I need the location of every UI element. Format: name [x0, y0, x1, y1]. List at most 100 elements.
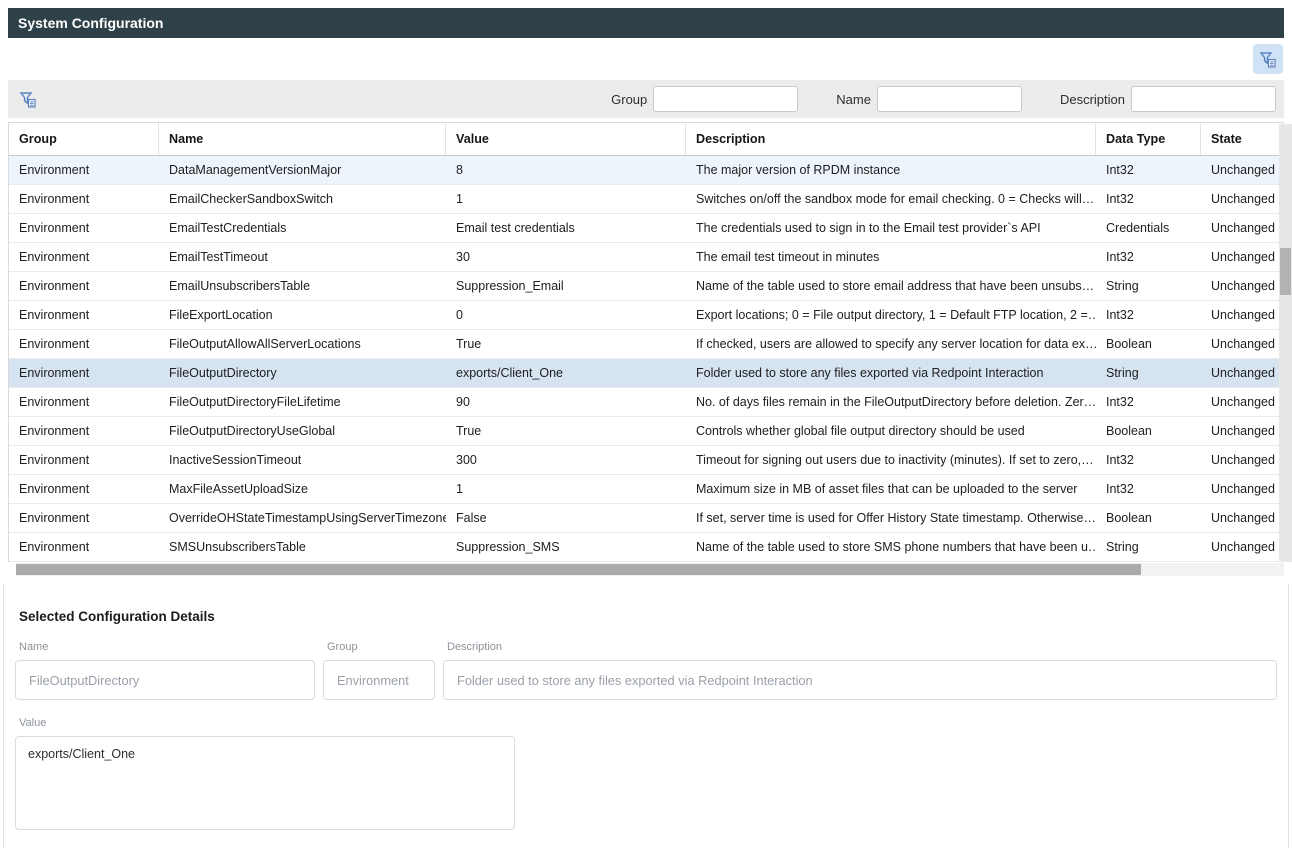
cell-name: DataManagementVersionMajor: [159, 156, 446, 184]
table-row[interactable]: EnvironmentInactiveSessionTimeout300Time…: [9, 446, 1283, 475]
cell-value: Suppression_Email: [446, 272, 686, 300]
horizontal-scrollbar-thumb[interactable]: [16, 564, 1141, 575]
cell-state: Unchanged: [1201, 533, 1283, 561]
column-header-state[interactable]: State: [1201, 123, 1283, 155]
selected-configuration-details-panel: Selected Configuration Details Name Grou…: [3, 584, 1289, 848]
details-heading: Selected Configuration Details: [15, 609, 1277, 624]
cell-description: Switches on/off the sandbox mode for ema…: [686, 185, 1096, 213]
cell-state: Unchanged: [1201, 243, 1283, 271]
filter-list-icon[interactable]: [18, 89, 38, 109]
cell-value: 0: [446, 301, 686, 329]
cell-value: 1: [446, 185, 686, 213]
title-bar: System Configuration: [8, 8, 1284, 38]
cell-name: OverrideOHStateTimestampUsingServerTimez…: [159, 504, 446, 532]
name-filter-input[interactable]: [877, 86, 1022, 112]
cell-data-type: Boolean: [1096, 504, 1201, 532]
group-filter-label: Group: [611, 92, 647, 107]
cell-value: 30: [446, 243, 686, 271]
cell-group: Environment: [9, 330, 159, 358]
table-row[interactable]: EnvironmentEmailCheckerSandboxSwitch1Swi…: [9, 185, 1283, 214]
cell-name: FileOutputDirectoryUseGlobal: [159, 417, 446, 445]
column-header-group[interactable]: Group: [9, 123, 159, 155]
column-header-name[interactable]: Name: [159, 123, 446, 155]
cell-data-type: Int32: [1096, 475, 1201, 503]
cell-group: Environment: [9, 243, 159, 271]
cell-name: MaxFileAssetUploadSize: [159, 475, 446, 503]
cell-description: Export locations; 0 = File output direct…: [686, 301, 1096, 329]
cell-data-type: String: [1096, 272, 1201, 300]
vertical-scrollbar-thumb[interactable]: [1280, 248, 1291, 295]
name-field: [15, 660, 315, 700]
table-row[interactable]: EnvironmentFileExportLocation0Export loc…: [9, 301, 1283, 330]
table-header: Group Name Value Description Data Type S…: [9, 123, 1283, 156]
table-row[interactable]: EnvironmentEmailUnsubscribersTableSuppre…: [9, 272, 1283, 301]
table-row[interactable]: EnvironmentFileOutputDirectoryFileLifeti…: [9, 388, 1283, 417]
table-row[interactable]: EnvironmentSMSUnsubscribersTableSuppress…: [9, 533, 1283, 562]
cell-state: Unchanged: [1201, 359, 1283, 387]
cell-data-type: Int32: [1096, 243, 1201, 271]
cell-data-type: Int32: [1096, 185, 1201, 213]
cell-value: Suppression_SMS: [446, 533, 686, 561]
system-configuration-window: System Configuration Group: [8, 8, 1292, 576]
table-row[interactable]: EnvironmentFileOutputDirectoryUseGlobalT…: [9, 417, 1283, 446]
cell-group: Environment: [9, 475, 159, 503]
table-row[interactable]: EnvironmentFileOutputDirectoryexports/Cl…: [9, 359, 1283, 388]
cell-state: Unchanged: [1201, 446, 1283, 474]
cell-name: FileOutputDirectoryFileLifetime: [159, 388, 446, 416]
description-filter-input[interactable]: [1131, 86, 1276, 112]
cell-data-type: Boolean: [1096, 330, 1201, 358]
cell-state: Unchanged: [1201, 214, 1283, 242]
cell-value: 90: [446, 388, 686, 416]
cell-name: EmailCheckerSandboxSwitch: [159, 185, 446, 213]
column-header-data-type[interactable]: Data Type: [1096, 123, 1201, 155]
filter-list-icon: [1258, 49, 1278, 69]
cell-value: True: [446, 330, 686, 358]
cell-group: Environment: [9, 446, 159, 474]
cell-state: Unchanged: [1201, 417, 1283, 445]
filter-toggle-button[interactable]: [1253, 44, 1283, 74]
cell-name: FileOutputAllowAllServerLocations: [159, 330, 446, 358]
value-field[interactable]: exports/Client_One: [15, 736, 515, 830]
cell-value: 8: [446, 156, 686, 184]
table-row[interactable]: EnvironmentDataManagementVersionMajor8Th…: [9, 156, 1283, 185]
table-row[interactable]: EnvironmentOverrideOHStateTimestampUsing…: [9, 504, 1283, 533]
cell-group: Environment: [9, 359, 159, 387]
cell-description: Folder used to store any files exported …: [686, 359, 1096, 387]
description-field: [443, 660, 1277, 700]
cell-name: InactiveSessionTimeout: [159, 446, 446, 474]
cell-group: Environment: [9, 504, 159, 532]
cell-description: Controls whether global file output dire…: [686, 417, 1096, 445]
cell-data-type: String: [1096, 533, 1201, 561]
cell-group: Environment: [9, 272, 159, 300]
cell-value: True: [446, 417, 686, 445]
cell-state: Unchanged: [1201, 330, 1283, 358]
table-row[interactable]: EnvironmentEmailTestTimeout30The email t…: [9, 243, 1283, 272]
details-row-top: Name Group Description: [15, 641, 1277, 700]
vertical-scrollbar[interactable]: [1279, 124, 1292, 562]
cell-name: FileOutputDirectory: [159, 359, 446, 387]
cell-state: Unchanged: [1201, 156, 1283, 184]
cell-state: Unchanged: [1201, 272, 1283, 300]
cell-description: The major version of RPDM instance: [686, 156, 1096, 184]
table-row[interactable]: EnvironmentEmailTestCredentialsEmail tes…: [9, 214, 1283, 243]
table-row[interactable]: EnvironmentMaxFileAssetUploadSize1Maximu…: [9, 475, 1283, 504]
group-filter-input[interactable]: [653, 86, 798, 112]
column-header-value[interactable]: Value: [446, 123, 686, 155]
column-header-description[interactable]: Description: [686, 123, 1096, 155]
cell-name: EmailUnsubscribersTable: [159, 272, 446, 300]
cell-data-type: Boolean: [1096, 417, 1201, 445]
cell-description: No. of days files remain in the FileOutp…: [686, 388, 1096, 416]
filter-fields: Group Name Description: [611, 86, 1276, 112]
cell-data-type: String: [1096, 359, 1201, 387]
cell-name: SMSUnsubscribersTable: [159, 533, 446, 561]
name-field-label: Name: [19, 641, 315, 653]
table-row[interactable]: EnvironmentFileOutputAllowAllServerLocat…: [9, 330, 1283, 359]
cell-state: Unchanged: [1201, 504, 1283, 532]
cell-value: Email test credentials: [446, 214, 686, 242]
cell-value: 300: [446, 446, 686, 474]
filter-bar: Group Name Description: [8, 80, 1284, 118]
horizontal-scrollbar[interactable]: [16, 563, 1284, 576]
cell-group: Environment: [9, 185, 159, 213]
cell-value: exports/Client_One: [446, 359, 686, 387]
cell-group: Environment: [9, 533, 159, 561]
